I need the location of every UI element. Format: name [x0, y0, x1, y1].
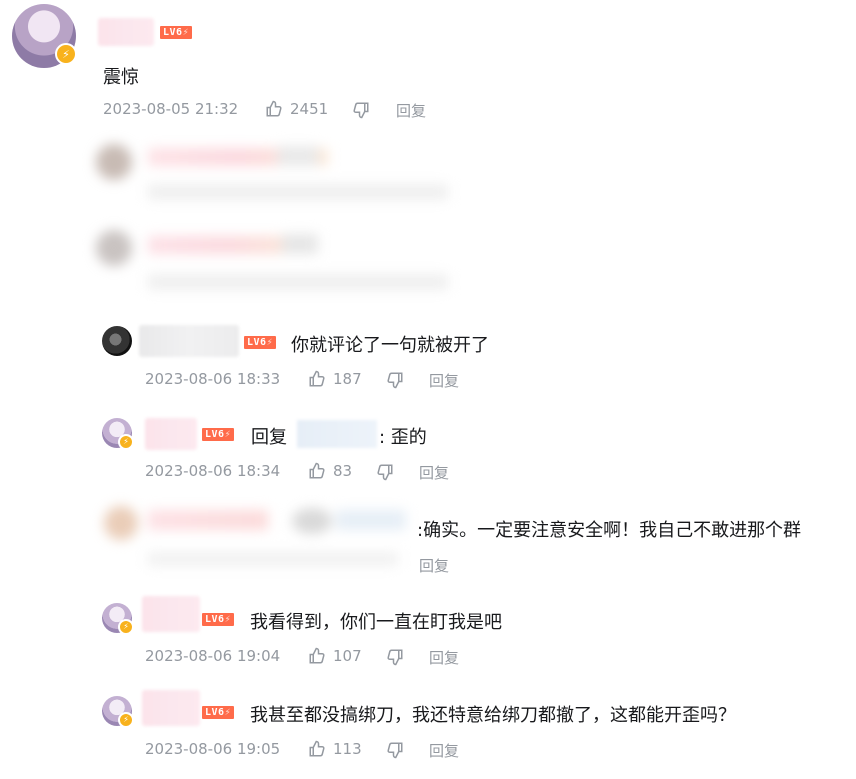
reply-text: 我甚至都没搞绑刀，我还特意给绑刀都撤了，这都能开歪吗？: [250, 705, 736, 726]
reply-timestamp: 2023-08-06 19:04: [145, 647, 281, 665]
reply-text: 我看得到，你们一直在盯我是吧: [250, 612, 502, 633]
vip-bolt-icon: ⚡: [118, 434, 134, 450]
level-badge: LV6⚡: [244, 336, 277, 349]
like-count: 113: [333, 740, 362, 758]
redacted-reply: [92, 224, 452, 304]
redacted-reply-header: [102, 500, 414, 578]
thumbs-up-icon[interactable]: [308, 740, 326, 758]
reply-text: :确实。一定要注意安全啊！我自己不敢进那个群: [417, 520, 802, 541]
reply-text: 你就评论了一句就被开了: [291, 335, 489, 356]
level-badge: LV6⚡: [202, 613, 235, 626]
comment-text: 震惊: [103, 67, 139, 88]
thumbs-down-icon[interactable]: [376, 463, 394, 481]
reply-button[interactable]: 回复: [429, 740, 459, 761]
vip-bolt-icon: ⚡: [118, 712, 134, 728]
username-redacted[interactable]: [139, 325, 239, 357]
thumbs-up-icon[interactable]: [308, 370, 326, 388]
vip-bolt-icon: ⚡: [118, 619, 134, 635]
like-count: 83: [333, 462, 353, 480]
username-redacted[interactable]: [142, 596, 200, 632]
reply-timestamp: 2023-08-06 18:33: [145, 370, 281, 388]
username-redacted[interactable]: [142, 690, 200, 726]
redacted-reply: [92, 138, 452, 216]
avatar[interactable]: [102, 326, 132, 356]
like-count: 2451: [290, 100, 329, 118]
reply-button[interactable]: 回复: [396, 100, 426, 121]
reply-button[interactable]: 回复: [419, 462, 449, 483]
thumbs-down-icon[interactable]: [386, 741, 404, 759]
username-redacted[interactable]: [98, 18, 154, 46]
reply-button[interactable]: 回复: [419, 555, 449, 576]
level-badge: LV6⚡: [160, 26, 193, 39]
thumbs-up-icon[interactable]: [308, 647, 326, 665]
level-badge: LV6⚡: [202, 706, 235, 719]
vip-bolt-icon: ⚡: [55, 43, 77, 65]
reply-text: : 歪的: [379, 427, 427, 448]
reply-timestamp: 2023-08-06 18:34: [145, 462, 281, 480]
username-redacted[interactable]: [145, 418, 197, 450]
mentioned-user-redacted[interactable]: [297, 420, 377, 448]
reply-button[interactable]: 回复: [429, 647, 459, 668]
thumbs-down-icon[interactable]: [352, 101, 370, 119]
reply-timestamp: 2023-08-06 19:05: [145, 740, 281, 758]
thumbs-up-icon[interactable]: [308, 462, 326, 480]
reply-prefix: 回复: [251, 427, 287, 448]
like-count: 187: [333, 370, 362, 388]
like-count: 107: [333, 647, 362, 665]
level-badge: LV6⚡: [202, 428, 235, 441]
comment-timestamp: 2023-08-05 21:32: [103, 100, 239, 118]
reply-button[interactable]: 回复: [429, 370, 459, 391]
thumbs-down-icon[interactable]: [386, 371, 404, 389]
thumbs-up-icon[interactable]: [265, 100, 283, 118]
thumbs-down-icon[interactable]: [386, 648, 404, 666]
